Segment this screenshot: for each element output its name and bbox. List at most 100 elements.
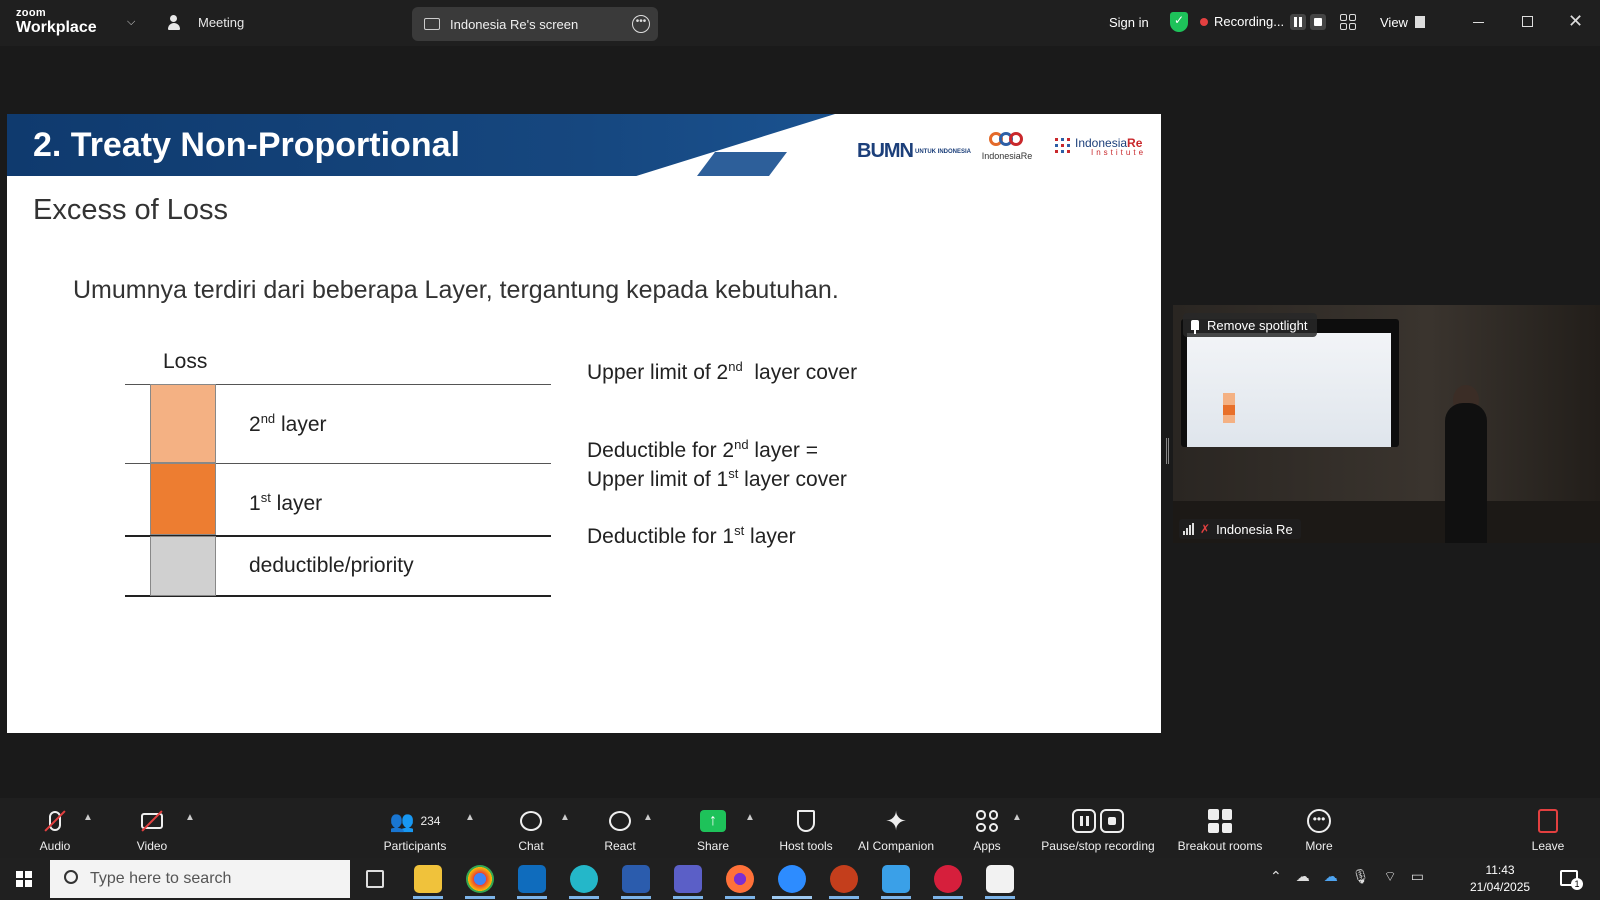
panel-resize-handle[interactable]	[1166, 438, 1169, 464]
upper-limit-2nd-text: Upper limit of 2nd layer cover	[587, 358, 857, 387]
remove-spotlight-button[interactable]: Remove spotlight	[1183, 313, 1318, 337]
chevron-down-icon[interactable]: ⌵	[127, 16, 135, 29]
outlook-icon[interactable]	[518, 865, 546, 893]
apps-label: Apps	[973, 839, 1001, 853]
view-menu[interactable]: View	[1380, 15, 1408, 30]
canva-icon[interactable]	[570, 865, 598, 893]
recording-label: Recording...	[1214, 14, 1285, 29]
zoom-workplace-logo[interactable]: zoom Workplace	[16, 8, 97, 36]
deductible-priority-label: deductible/priority	[249, 554, 414, 577]
audio-options-caret-icon[interactable]: ▲	[83, 812, 93, 823]
share-caret-icon[interactable]: ▲	[745, 812, 755, 823]
react-caret-icon[interactable]: ▲	[643, 812, 653, 823]
more-dots-icon: •••	[1307, 809, 1331, 833]
firefox-icon[interactable]	[726, 865, 754, 893]
video-options-caret-icon[interactable]: ▲	[185, 812, 195, 823]
sign-in-link[interactable]: Sign in	[1109, 15, 1149, 30]
bumn-logo-text: BUMN	[857, 140, 914, 162]
notification-count-badge: 1	[1571, 878, 1583, 890]
elo-app-icon[interactable]	[986, 865, 1014, 893]
institute-dots-icon	[1055, 138, 1071, 154]
security-app-icon[interactable]	[934, 865, 962, 893]
chrome-icon[interactable]	[466, 865, 494, 893]
meeting-controls-toolbar: Audio ▲ Video ▲ 👥 234 Participants ▲ Chat…	[0, 798, 1600, 858]
meeting-menu[interactable]: Meeting	[168, 14, 244, 30]
photos-icon[interactable]	[882, 865, 910, 893]
clock-time: 11:43	[1485, 863, 1515, 877]
loss-axis-label: Loss	[163, 350, 208, 373]
leave-button[interactable]: Leave	[1530, 806, 1566, 853]
layer-2-label: 2nd layer	[249, 411, 327, 437]
breakout-rooms-button[interactable]: Breakout rooms	[1174, 806, 1266, 853]
slide-title: 2. Treaty Non-Proportional	[33, 126, 460, 164]
mic-muted-icon: ✗	[1200, 522, 1211, 536]
encryption-shield-icon[interactable]	[1170, 12, 1188, 32]
layer-1-bar	[150, 463, 216, 535]
share-arrow-icon: ↑	[700, 810, 726, 832]
signal-strength-icon	[1183, 523, 1194, 535]
show-hidden-icons-icon[interactable]: ⌃	[1270, 868, 1282, 886]
bumn-logo: BUMN UNTUK INDONESIA	[857, 140, 971, 163]
outlook-running-indicator	[517, 896, 547, 899]
more-label: More	[1305, 839, 1333, 853]
participants-button[interactable]: 👥 234 Participants	[380, 806, 450, 854]
desc2a-pre: Deductible for 2	[587, 439, 735, 462]
gallery-layout-icon[interactable]	[1340, 14, 1356, 30]
layer-2-bar	[150, 384, 216, 463]
task-view-icon[interactable]	[366, 870, 384, 888]
more-options-icon[interactable]: •••	[632, 15, 650, 33]
participant-name-tag: ✗ Indonesia Re	[1179, 519, 1301, 539]
view-icon[interactable]	[1415, 16, 1425, 28]
windows-start-icon[interactable]	[16, 871, 32, 887]
desc2a-sup: nd	[734, 437, 749, 452]
pause-stop-recording-button[interactable]: Pause/stop recording	[1036, 806, 1160, 853]
wifi-icon[interactable]: ⌔	[1384, 868, 1397, 886]
close-window-button[interactable]: ✕	[1568, 11, 1583, 32]
chat-caret-icon[interactable]: ▲	[560, 812, 570, 823]
pause-stop-label: Pause/stop recording	[1041, 839, 1155, 853]
onedrive-business-icon[interactable]: ☁	[1324, 868, 1338, 886]
teams-icon[interactable]	[674, 865, 702, 893]
taskbar-search-input[interactable]: Type here to search	[50, 860, 350, 898]
microphone-tray-icon[interactable]: 🎙	[1352, 868, 1370, 886]
desc3-pre: Deductible for 1	[587, 525, 735, 548]
host-tools-button[interactable]: Host tools	[776, 806, 836, 853]
react-button[interactable]: React	[602, 806, 638, 853]
host-shield-icon	[797, 810, 815, 832]
taskbar-clock[interactable]: 11:43 21/04/2025	[1470, 862, 1530, 896]
powerpoint-running-indicator	[829, 896, 859, 899]
apps-button[interactable]: Apps	[970, 806, 1004, 853]
elo-app-running-indicator	[985, 896, 1015, 899]
zoom-taskbar-icon[interactable]	[778, 865, 806, 893]
deductible-2nd-text: Deductible for 2nd layer = Upper limit o…	[587, 436, 847, 495]
pause-stop-icon	[1072, 809, 1124, 833]
audio-button[interactable]: Audio	[34, 806, 76, 853]
share-button[interactable]: ↑ Share	[694, 806, 732, 853]
apps-caret-icon[interactable]: ▲	[1012, 812, 1022, 823]
powerpoint-icon[interactable]	[830, 865, 858, 893]
system-tray: ⌃ ☁ ☁ 🎙 ⌔ ▭	[1270, 868, 1424, 886]
display-icon[interactable]: ▭	[1411, 868, 1424, 886]
chat-button[interactable]: Chat	[515, 806, 547, 853]
audio-label: Audio	[39, 839, 71, 853]
maximize-window-button[interactable]	[1522, 16, 1533, 27]
search-icon	[64, 870, 78, 884]
slide-lead-text: Umumnya terdiri dari beberapa Layer, ter…	[73, 276, 839, 304]
ai-companion-button[interactable]: ✦ AI Companion	[854, 806, 938, 854]
minimize-window-button[interactable]	[1473, 22, 1484, 23]
pause-recording-button[interactable]	[1290, 14, 1306, 30]
layer-1-num: 1	[249, 492, 261, 515]
more-button[interactable]: ••• More	[1302, 806, 1336, 853]
stop-recording-button[interactable]	[1310, 14, 1326, 30]
room-tv	[1181, 319, 1399, 447]
video-button[interactable]: Video	[130, 806, 174, 853]
onedrive-icon[interactable]: ☁	[1296, 868, 1310, 886]
ai-companion-label: AI Companion	[857, 839, 935, 853]
shared-screen-pill[interactable]: Indonesia Re's screen •••	[412, 7, 658, 41]
spotlight-video-tile[interactable]: Remove spotlight ✗ Indonesia Re	[1173, 305, 1600, 543]
clock-date: 21/04/2025	[1470, 880, 1531, 894]
file-explorer-icon[interactable]	[414, 865, 442, 893]
word-icon[interactable]	[622, 865, 650, 893]
photos-running-indicator	[881, 896, 911, 899]
participants-caret-icon[interactable]: ▲	[465, 812, 475, 823]
